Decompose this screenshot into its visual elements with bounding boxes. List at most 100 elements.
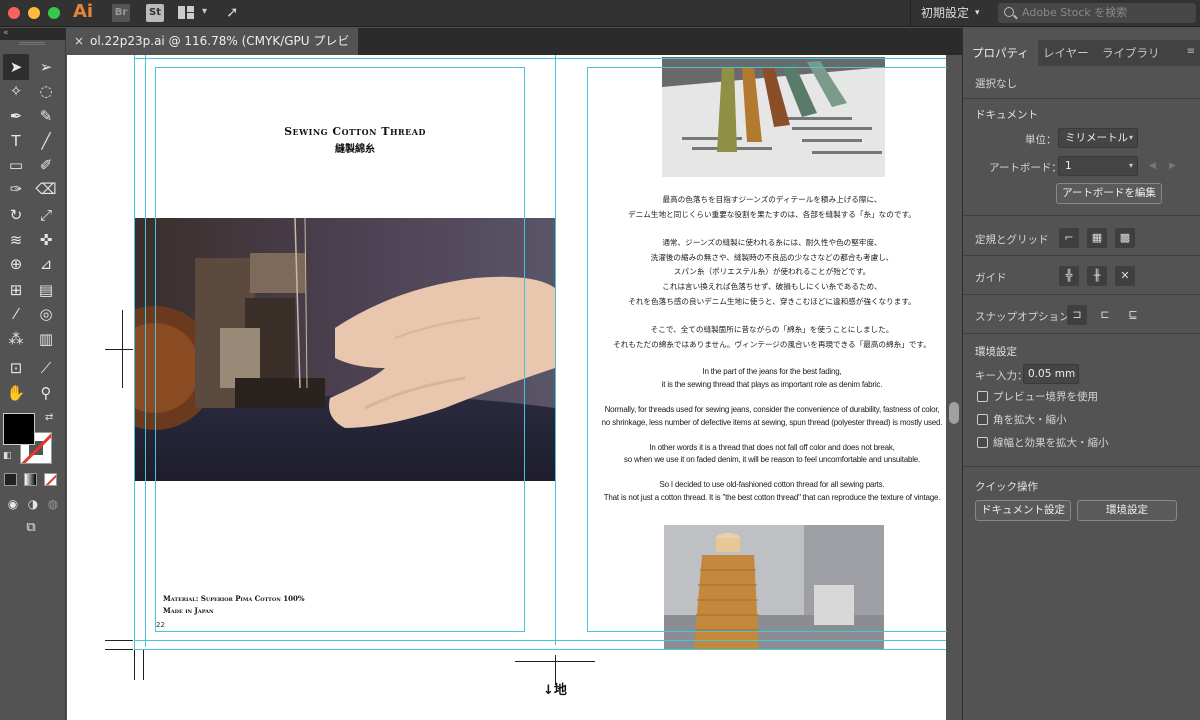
none-mode-icon[interactable] <box>44 473 57 486</box>
chevron-down-icon[interactable]: ▾ <box>202 6 207 17</box>
panel-menu-icon[interactable]: ≡ <box>1187 46 1195 57</box>
bottom-edge-label[interactable]: ↓地 <box>543 679 567 698</box>
en-paragraph[interactable]: In other words it is a thread that does … <box>587 442 957 468</box>
magic-wand-tool-icon[interactable]: ✧ <box>3 78 29 104</box>
jp-paragraph[interactable]: 最高の色落ちを目指すジーンズのディテールを積み上げる際に、 デニム生地と同じくら… <box>587 193 957 222</box>
guide-bleed-left[interactable] <box>134 55 135 655</box>
key-input-field[interactable]: 0.05 mm <box>1023 364 1079 384</box>
origin-line[interactable]: Made in Japan <box>163 605 305 617</box>
next-artboard-icon[interactable]: ▶ <box>1169 161 1176 171</box>
gradient-tool-icon[interactable]: ▤ <box>33 277 59 303</box>
vertical-scrollbar-thumb[interactable] <box>949 402 959 424</box>
mesh-tool-icon[interactable]: ⊞ <box>3 277 29 303</box>
selection-tool-icon[interactable]: ➤ <box>3 54 29 80</box>
jp-paragraph[interactable]: そこで、全ての縫製箇所に昔ながらの「綿糸」を使うことにしました。 それもただの綿… <box>587 323 957 352</box>
snap-to-pixel-icon[interactable]: ⊑ <box>1123 305 1143 325</box>
document-tab[interactable]: × ol.22p23p.ai @ 116.78% (CMYK/GPU プレビュー… <box>66 28 358 75</box>
jp-paragraph[interactable]: 通常、ジーンズの縫製に使われる糸には、耐久性や色の堅牢度、 洗濯後の縮みの無さや… <box>587 236 957 309</box>
close-window-button[interactable] <box>8 7 20 19</box>
en-paragraph[interactable]: In the part of the jeans for the best fa… <box>587 366 957 392</box>
title-english[interactable]: Sewing Cotton Thread <box>155 125 555 138</box>
preferences-button[interactable]: 環境設定 <box>1077 500 1177 521</box>
guide-margin-left-page-right[interactable] <box>524 67 525 632</box>
artboard-select[interactable]: 1 ▾ <box>1058 156 1138 176</box>
draw-inside-icon[interactable]: ◍ <box>40 491 66 517</box>
perspective-grid-tool-icon[interactable]: ⊿ <box>33 251 59 277</box>
guide-bleed-bottom[interactable] <box>134 649 946 650</box>
canvas[interactable]: Sewing Cotton Thread 縫製綿糸 Material: Supe… <box>66 55 962 720</box>
swap-colors-icon[interactable]: ⇄ <box>45 412 53 423</box>
guide-margin-bottom-left[interactable] <box>155 631 525 632</box>
minimize-window-button[interactable] <box>28 7 40 19</box>
grid-icon[interactable]: ▦ <box>1087 228 1107 248</box>
document-setup-button[interactable]: ドキュメント設定 <box>975 500 1071 521</box>
guide-margin-left-page-left[interactable] <box>155 67 156 632</box>
title-japanese[interactable]: 縫製綿糸 <box>155 140 555 155</box>
body-english[interactable]: In the part of the jeans for the best fa… <box>587 366 957 504</box>
ruler-icon[interactable]: ⌐ <box>1059 228 1079 248</box>
eyedropper-tool-icon[interactable]: ⁄ <box>3 301 29 327</box>
lock-guides-icon[interactable]: ╫ <box>1087 266 1107 286</box>
previous-artboard-icon[interactable]: ◀ <box>1149 161 1156 171</box>
puppet-warp-tool-icon[interactable]: ✜ <box>33 227 59 253</box>
rectangle-tool-icon[interactable]: ▭ <box>3 152 29 178</box>
transparency-grid-icon[interactable]: ▩ <box>1115 228 1135 248</box>
use-preview-bounds-checkbox[interactable] <box>977 391 988 402</box>
body-japanese[interactable]: 最高の色落ちを目指すジーンズのディテールを積み上げる際に、 デニム生地と同じくら… <box>587 193 957 352</box>
guide-trim-bottom[interactable] <box>134 640 946 641</box>
stock-button[interactable]: St <box>146 4 164 22</box>
stock-search-input[interactable]: Adobe Stock を検索 <box>998 3 1196 23</box>
line-tool-icon[interactable]: ╱ <box>33 128 59 154</box>
smart-guides-icon[interactable]: ✕ <box>1115 266 1135 286</box>
symbol-sprayer-tool-icon[interactable]: ⁂ <box>3 326 29 352</box>
column-graph-tool-icon[interactable]: ▥ <box>33 326 59 352</box>
workspace-switcher[interactable]: 初期設定 ▾ <box>910 0 988 27</box>
curvature-tool-icon[interactable]: ✎ <box>33 103 59 129</box>
material-text[interactable]: Material: Superior Pima Cotton 100% Made… <box>163 593 305 617</box>
show-guides-icon[interactable]: ╬ <box>1059 266 1079 286</box>
hand-tool-icon[interactable]: ✋ <box>3 380 29 406</box>
guide-trim-left[interactable] <box>145 55 146 647</box>
gradient-mode-icon[interactable] <box>24 473 37 486</box>
bridge-button[interactable]: Br <box>112 4 130 22</box>
shape-builder-tool-icon[interactable]: ⊕ <box>3 251 29 277</box>
tab-properties[interactable]: プロパティ <box>963 40 1038 66</box>
page-number[interactable]: 22 <box>156 621 165 629</box>
tab-libraries[interactable]: ライブラリ <box>1093 40 1169 66</box>
shaper-tool-icon[interactable]: ✑ <box>3 176 29 202</box>
material-line[interactable]: Material: Superior Pima Cotton 100% <box>163 593 305 605</box>
eraser-tool-icon[interactable]: ⌫ <box>33 176 59 202</box>
default-colors-icon[interactable]: ◧ <box>3 451 12 461</box>
guide-margin-bottom-right[interactable] <box>587 631 947 632</box>
guide-margin-top-right[interactable] <box>587 67 947 68</box>
unit-select[interactable]: ミリメートル ▾ <box>1058 128 1138 148</box>
close-document-button[interactable]: × <box>74 28 84 55</box>
zoom-tool-icon[interactable]: ⚲ <box>33 380 59 406</box>
toolbar-grip[interactable] <box>19 42 45 45</box>
guide-margin-right-page-left[interactable] <box>587 67 588 632</box>
edit-artboard-button[interactable]: アートボードを編集 <box>1056 183 1162 204</box>
guide-bleed-top[interactable] <box>134 58 946 59</box>
collapse-toolbar-icon[interactable]: « <box>0 28 66 40</box>
snap-to-grid-icon[interactable]: ⊏ <box>1095 305 1115 325</box>
direct-selection-tool-icon[interactable]: ➢ <box>33 54 59 80</box>
lasso-tool-icon[interactable]: ◌ <box>33 78 59 104</box>
scale-strokes-effects-checkbox[interactable] <box>977 437 988 448</box>
guide-spine[interactable] <box>555 55 556 645</box>
rotate-tool-icon[interactable]: ↻ <box>3 202 29 228</box>
pen-tool-icon[interactable]: ✒ <box>3 103 29 129</box>
scale-corners-checkbox[interactable] <box>977 414 988 425</box>
spread-title[interactable]: Sewing Cotton Thread 縫製綿糸 <box>155 125 555 155</box>
paintbrush-tool-icon[interactable]: ✐ <box>33 152 59 178</box>
arrange-documents-icon[interactable] <box>178 6 194 19</box>
scale-tool-icon[interactable]: ⤢ <box>33 202 59 228</box>
guide-margin-top-left[interactable] <box>155 67 525 68</box>
tab-layers[interactable]: レイヤー <box>1034 40 1098 66</box>
en-paragraph[interactable]: So I decided to use old-fashioned cotton… <box>587 479 957 505</box>
width-tool-icon[interactable]: ≋ <box>3 227 29 253</box>
gpu-performance-icon[interactable]: ➚ <box>226 3 239 21</box>
zoom-window-button[interactable] <box>48 7 60 19</box>
screen-mode-icon[interactable]: ⧉ <box>18 515 44 541</box>
en-paragraph[interactable]: Normally, for threads used for sewing je… <box>587 404 957 430</box>
blend-tool-icon[interactable]: ◎ <box>33 301 59 327</box>
